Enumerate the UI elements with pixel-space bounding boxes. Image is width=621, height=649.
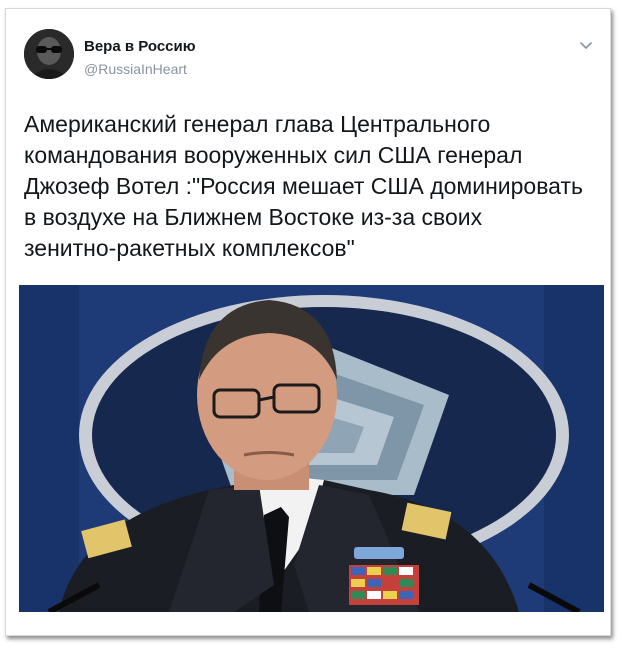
avatar[interactable] [24,29,74,79]
tweet-card: Вера в Россию @RussiaInHeart Американски… [5,8,611,636]
general-photo[interactable] [19,285,604,612]
author-handle[interactable]: @RussiaInHeart [84,61,187,77]
author-name[interactable]: Вера в Россию [84,38,196,55]
chevron-down-icon[interactable] [578,37,594,53]
tweet-text: Американский генерал глава Центрального … [24,111,583,261]
